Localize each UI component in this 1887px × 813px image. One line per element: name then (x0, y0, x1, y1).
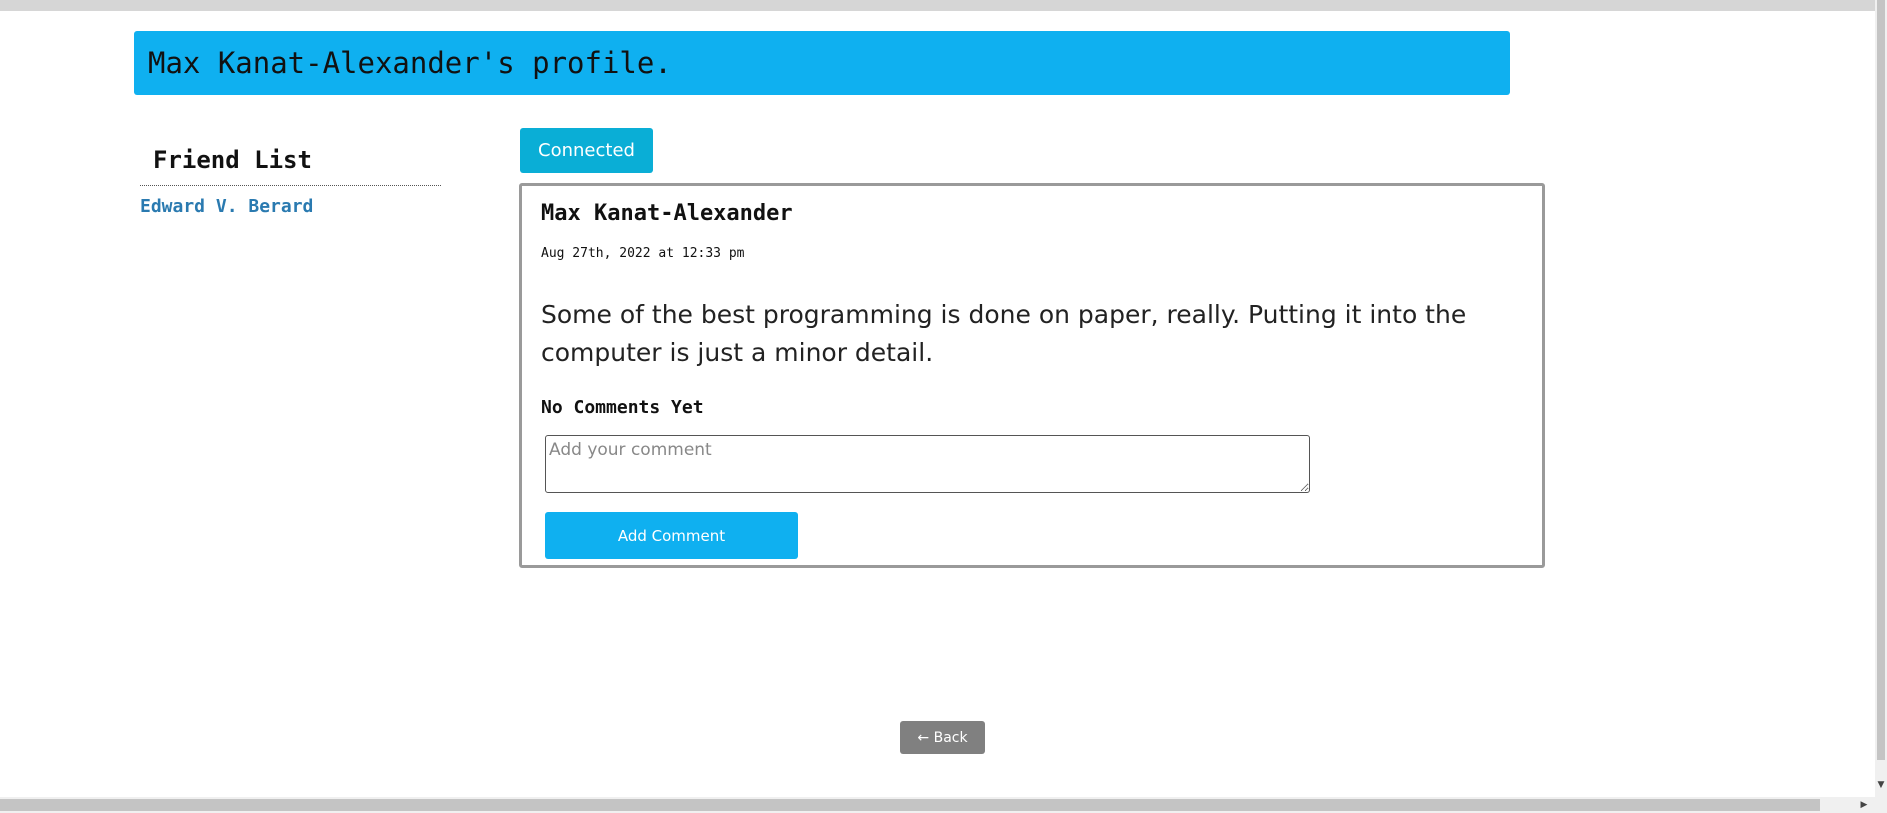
post-author: Max Kanat-Alexander (541, 201, 793, 226)
comments-status: No Comments Yet (541, 397, 704, 418)
connected-button[interactable]: Connected (520, 128, 653, 173)
page-title: Max Kanat-Alexander's profile. (148, 46, 672, 80)
triangle-right-icon[interactable]: ▶ (1858, 799, 1870, 811)
back-button[interactable]: ← Back (900, 721, 985, 754)
friend-list-divider (140, 185, 441, 186)
friend-list-title: Friend List (153, 146, 312, 174)
friend-link-edward[interactable]: Edward V. Berard (140, 196, 313, 217)
post-card: Max Kanat-Alexander Aug 27th, 2022 at 12… (519, 183, 1545, 568)
profile-header: Max Kanat-Alexander's profile. (134, 31, 1510, 95)
post-body: Some of the best programming is done on … (541, 300, 1467, 367)
post-date: Aug 27th, 2022 at 12:33 pm (541, 246, 745, 261)
comment-input[interactable] (545, 435, 1310, 493)
top-strip (0, 0, 1887, 11)
vertical-scrollbar-thumb[interactable] (1877, 0, 1885, 760)
horizontal-scrollbar-thumb[interactable] (0, 799, 1820, 811)
triangle-down-icon[interactable]: ▼ (1875, 779, 1887, 791)
add-comment-button[interactable]: Add Comment (545, 512, 798, 559)
